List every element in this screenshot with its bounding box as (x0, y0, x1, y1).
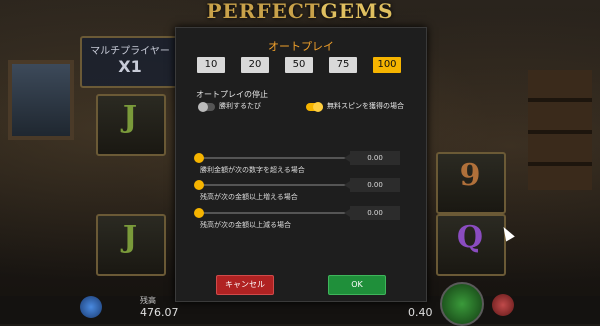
info-icon[interactable] (80, 296, 102, 318)
logo-text-gems: GEMS (320, 0, 394, 23)
count-option-75[interactable]: 75 (329, 57, 357, 73)
slider-balance-increase-value: 0.00 (344, 178, 400, 192)
slider-win-limit-value: 0.00 (344, 151, 400, 165)
slider-track[interactable] (200, 184, 348, 186)
balance-value: 476.07 (140, 306, 179, 319)
autoplay-title: オートプレイ (268, 40, 334, 53)
toggle-every-win[interactable] (198, 102, 215, 112)
multiplier-value: X1 (118, 57, 142, 76)
toggle-free-spins[interactable] (306, 102, 323, 112)
slider-balance-increase-label: 残高が次の金額以上増える場合 (200, 193, 298, 201)
reel-symbol: 9 (459, 158, 481, 193)
background-bookshelf (528, 70, 592, 190)
multiplier-label: マルチプライヤー (90, 46, 170, 57)
slider-track[interactable] (200, 212, 348, 214)
logo-text-perfect: PERFECT (206, 0, 321, 23)
slider-win-limit-label: 勝利金額が次の数字を超える場合 (200, 166, 305, 174)
autoplay-icon[interactable] (492, 294, 514, 316)
multiplier-panel: マルチプライヤー X1 (80, 36, 180, 88)
slider-balance-decrease-value: 0.00 (344, 206, 400, 220)
bet-value: 0.40 (408, 306, 433, 319)
count-option-10[interactable]: 10 (197, 57, 225, 73)
count-option-20[interactable]: 20 (241, 57, 269, 73)
slider-balance-decrease-handle[interactable] (194, 208, 204, 218)
toggle-free-spins-label: 無料スピンを獲得の場合 (327, 102, 404, 110)
reel-symbol: J (122, 220, 138, 255)
cancel-button[interactable]: キャンセル (216, 275, 274, 295)
toggle-knob (198, 102, 208, 112)
slider-balance-increase-handle[interactable] (194, 180, 204, 190)
autoplay-dialog: オートプレイ 10 20 50 75 100 オートプレイの停止 勝利するたび … (175, 27, 427, 302)
spin-button-icon[interactable] (440, 282, 484, 326)
balance-label: 残高 (140, 296, 156, 305)
game-logo: PERFECTGEMS (200, 0, 400, 24)
toggle-knob (313, 102, 323, 112)
slider-balance-decrease-label: 残高が次の金額以上減る場合 (200, 221, 291, 229)
reel-symbol: Q (456, 220, 484, 255)
slider-track[interactable] (200, 157, 348, 159)
count-option-100[interactable]: 100 (373, 57, 401, 73)
count-option-50[interactable]: 50 (285, 57, 313, 73)
stop-section-label: オートプレイの停止 (196, 90, 268, 99)
toggle-every-win-label: 勝利するたび (219, 102, 261, 110)
slider-win-limit-handle[interactable] (194, 153, 204, 163)
ok-button[interactable]: OK (328, 275, 386, 295)
background-window (8, 60, 74, 140)
reel-symbol: J (122, 100, 138, 135)
